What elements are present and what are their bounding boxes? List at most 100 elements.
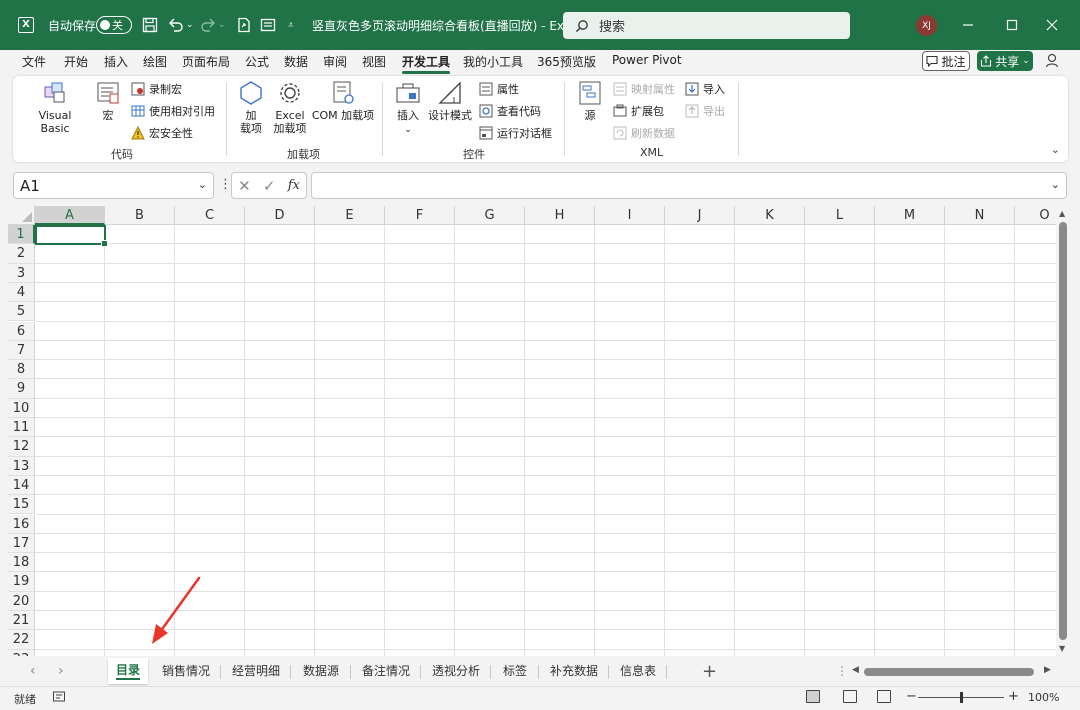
tab-file[interactable]: 文件: [22, 53, 46, 70]
column-header-d[interactable]: D: [245, 206, 315, 225]
prev-sheet-icon[interactable]: ‹: [30, 663, 36, 679]
row-header-7[interactable]: 7: [8, 340, 35, 361]
vertical-scroll-thumb[interactable]: [1059, 222, 1067, 640]
column-header-j[interactable]: J: [665, 206, 735, 225]
macro-security-button[interactable]: 宏安全性: [131, 125, 193, 141]
column-header-b[interactable]: B: [105, 206, 175, 225]
map-properties-button[interactable]: 映射属性: [613, 81, 675, 97]
scroll-right-icon[interactable]: ▶: [1044, 665, 1051, 675]
row-header-10[interactable]: 10: [8, 398, 35, 418]
row-header-19[interactable]: 19: [8, 572, 35, 592]
row-header-14[interactable]: 14: [8, 475, 35, 496]
sheet-tab-supplementary[interactable]: 补充数据: [544, 662, 604, 682]
xml-source-button[interactable]: 源: [575, 80, 605, 122]
expansion-packs-button[interactable]: 扩展包: [613, 103, 664, 119]
tab-data[interactable]: 数据: [284, 53, 308, 70]
share-button[interactable]: 共享 ⌄: [977, 51, 1033, 71]
macros-button[interactable]: 宏: [93, 80, 123, 122]
tab-formulas[interactable]: 公式: [245, 53, 269, 70]
tab-developer[interactable]: 开发工具: [402, 53, 451, 74]
scroll-left-icon[interactable]: ◀: [852, 665, 859, 675]
relative-references-button[interactable]: 使用相对引用: [131, 103, 215, 119]
tab-draw[interactable]: 绘图: [143, 53, 167, 70]
run-dialog-button[interactable]: 运行对话框: [479, 125, 552, 141]
row-header-16[interactable]: 16: [8, 514, 35, 534]
insert-function-icon[interactable]: fx: [288, 178, 300, 193]
file-share-icon[interactable]: [236, 0, 252, 50]
com-addins-button[interactable]: COM 加载项: [311, 80, 375, 122]
visual-basic-button[interactable]: Visual Basic: [25, 80, 85, 135]
redo-icon[interactable]: [200, 0, 216, 50]
tab-365-preview[interactable]: 365预览版: [537, 53, 596, 70]
row-header-15[interactable]: 15: [8, 495, 35, 515]
column-header-m[interactable]: M: [875, 206, 945, 225]
column-header-f[interactable]: F: [385, 206, 455, 225]
sheet-tab-datasource[interactable]: 数据源: [296, 662, 346, 682]
tab-view[interactable]: 视图: [362, 53, 386, 70]
next-sheet-icon[interactable]: ›: [58, 663, 64, 679]
search-box[interactable]: 搜索: [563, 12, 850, 39]
excel-addins-button[interactable]: Excel 加载项: [271, 80, 309, 135]
tab-home[interactable]: 开始: [64, 53, 88, 70]
page-break-view-icon[interactable]: [877, 690, 891, 703]
row-header-1[interactable]: 1: [8, 225, 35, 245]
row-header-17[interactable]: 17: [8, 533, 35, 554]
row-header-4[interactable]: 4: [8, 282, 35, 303]
page-layout-view-icon[interactable]: [843, 690, 857, 703]
horizontal-scrollbar[interactable]: ◀ ▶: [852, 665, 1052, 677]
comments-button[interactable]: 批注: [922, 51, 970, 71]
row-header-20[interactable]: 20: [8, 591, 35, 611]
xml-export-button[interactable]: 导出: [685, 103, 725, 119]
select-all-button[interactable]: [8, 206, 35, 225]
row-header-3[interactable]: 3: [8, 263, 35, 283]
column-header-n[interactable]: N: [945, 206, 1015, 225]
formula-input[interactable]: ⌄: [311, 172, 1067, 199]
column-header-a[interactable]: A: [35, 206, 105, 225]
normal-view-icon[interactable]: [806, 690, 820, 703]
sheet-tab-toc[interactable]: 目录: [108, 658, 148, 684]
tab-page-layout[interactable]: 页面布局: [182, 53, 230, 70]
row-header-21[interactable]: 21: [8, 611, 35, 631]
tab-insert[interactable]: 插入: [104, 53, 128, 70]
vertical-scrollbar[interactable]: ▲ ▼: [1056, 206, 1070, 656]
zoom-in-button[interactable]: +: [1008, 689, 1019, 704]
insert-controls-button[interactable]: 插入 ⌄: [393, 80, 423, 137]
tab-review[interactable]: 审阅: [323, 53, 347, 70]
expand-formula-bar-icon[interactable]: ⌄: [1051, 178, 1060, 191]
row-header-2[interactable]: 2: [8, 244, 35, 264]
maximize-button[interactable]: [990, 0, 1034, 50]
row-header-18[interactable]: 18: [8, 553, 35, 573]
undo-icon[interactable]: [168, 0, 184, 50]
design-mode-button[interactable]: 设计模式: [427, 80, 473, 122]
column-header-i[interactable]: I: [595, 206, 665, 225]
sheet-tab-info[interactable]: 信息表: [614, 662, 662, 682]
add-sheet-icon[interactable]: +: [702, 661, 717, 682]
addins-button[interactable]: 加 载项: [237, 80, 265, 135]
save-icon[interactable]: [142, 0, 158, 50]
sheet-tab-labels[interactable]: 标签: [496, 662, 534, 682]
zoom-slider-thumb[interactable]: [960, 692, 963, 703]
collapse-ribbon-icon[interactable]: ⌄: [1051, 143, 1060, 156]
xml-import-button[interactable]: 导入: [685, 81, 725, 97]
row-header-5[interactable]: 5: [8, 302, 35, 322]
redo-dropdown-icon[interactable]: ⌄: [218, 0, 226, 50]
column-header-c[interactable]: C: [175, 206, 245, 225]
zoom-out-button[interactable]: −: [906, 689, 917, 704]
record-macro-button[interactable]: 录制宏: [131, 81, 182, 97]
refresh-data-button[interactable]: 刷新数据: [613, 125, 675, 141]
worksheet-grid[interactable]: ABCDEFGHIJKLMNO 1 2 3 4 5 6 7 8 9 10 11 12 13 14 15 16 1…: [8, 206, 1056, 656]
undo-dropdown-icon[interactable]: ⌄: [186, 0, 194, 50]
accessibility-icon[interactable]: [52, 690, 66, 707]
sheet-tab-notes[interactable]: 备注情况: [356, 662, 416, 682]
name-box[interactable]: A1 ⌄: [13, 172, 214, 199]
sheet-tab-pivot[interactable]: 透视分析: [426, 662, 486, 682]
sheet-tab-operations[interactable]: 经营明细: [226, 662, 286, 682]
sheet-tab-sales[interactable]: 销售情况: [156, 662, 216, 682]
view-code-button[interactable]: 查看代码: [479, 103, 541, 119]
column-header-o[interactable]: O: [1015, 206, 1056, 225]
row-header-11[interactable]: 11: [8, 418, 35, 438]
column-header-l[interactable]: L: [805, 206, 875, 225]
row-header-8[interactable]: 8: [8, 360, 35, 380]
row-header-13[interactable]: 13: [8, 456, 35, 476]
properties-button[interactable]: 属性: [479, 81, 519, 97]
